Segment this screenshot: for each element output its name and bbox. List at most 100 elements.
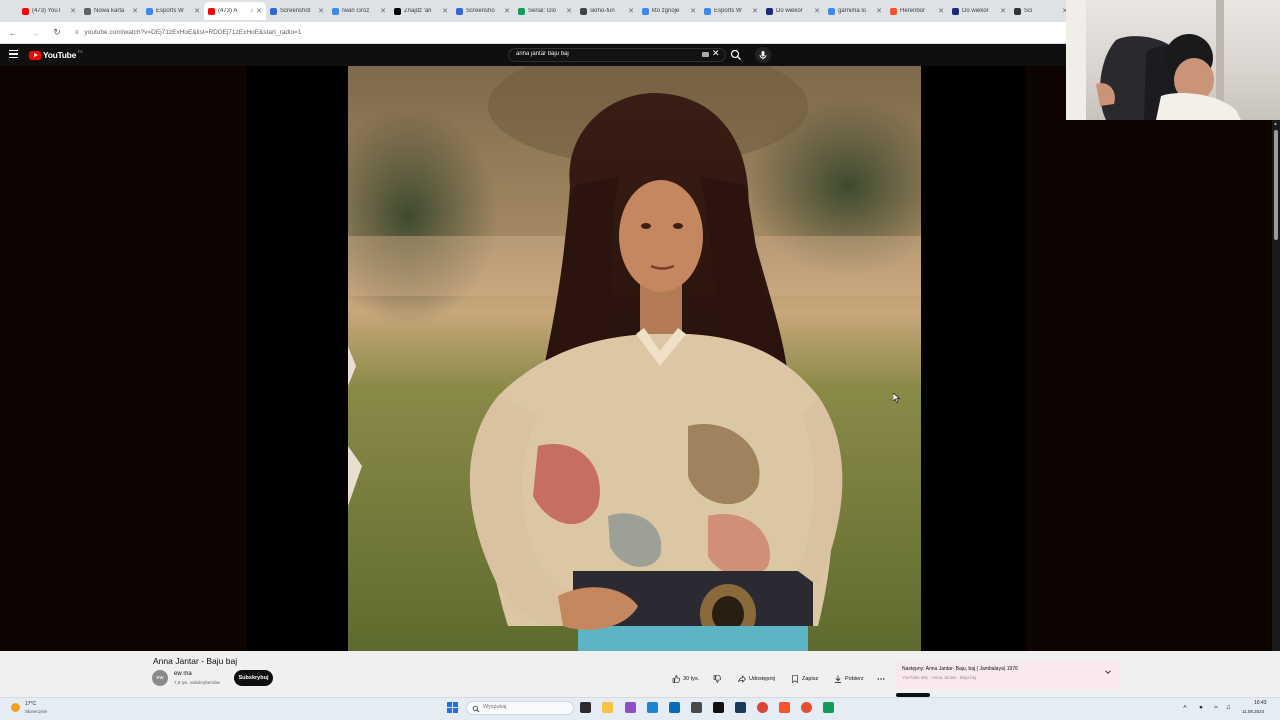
like-button[interactable]: 30 tys.: [672, 673, 699, 685]
download-button[interactable]: Pobierz: [834, 673, 864, 685]
tab-close-icon[interactable]: ✕: [504, 7, 510, 15]
browser-tab[interactable]: Sci✕: [1010, 2, 1072, 20]
tab-close-icon[interactable]: ✕: [938, 7, 944, 15]
site-info-icon[interactable]: ≡: [75, 30, 79, 36]
tab-close-icon[interactable]: ✕: [814, 7, 820, 15]
wifi-icon[interactable]: ≈: [1214, 704, 1218, 711]
weather-sun-icon[interactable]: [11, 703, 20, 712]
search-input[interactable]: [516, 51, 696, 57]
browser-tab[interactable]: Iwan Groz ✕: [328, 2, 390, 20]
subscribe-button[interactable]: Subskrybuj: [234, 670, 273, 686]
microphone-icon: [759, 51, 767, 60]
youtube-icon: [22, 7, 29, 15]
copilot-icon[interactable]: [625, 702, 636, 713]
browser-tab[interactable]: garnima lo ✕: [824, 2, 886, 20]
browser-tab[interactable]: Herenbor ✕: [886, 2, 948, 20]
up-next-title[interactable]: Następny: Anna Jantar- Baju, baj ( Jamba…: [902, 666, 1018, 672]
browser-tab[interactable]: (473) A ♪ ✕: [204, 2, 266, 20]
share-label: Udostępnij: [749, 676, 775, 682]
spotify-icon[interactable]: [823, 702, 834, 713]
video-player[interactable]: [0, 66, 1280, 651]
browser-tab[interactable]: Screenshot ✕: [266, 2, 328, 20]
share-button[interactable]: Udostępnij: [738, 673, 775, 685]
file-explorer-icon[interactable]: [602, 702, 613, 713]
keyboard-icon[interactable]: [702, 52, 709, 57]
browser-tab[interactable]: (473) YouT ✕: [18, 2, 80, 20]
tab-close-icon[interactable]: ✕: [70, 7, 76, 15]
tab-close-icon[interactable]: ✕: [876, 7, 882, 15]
channel-subscriber-count: 7,9 tys. subskrybentów: [174, 680, 220, 685]
mic-tray-icon[interactable]: ●: [1199, 704, 1203, 711]
task-view-icon[interactable]: [580, 702, 591, 713]
channel-avatar[interactable]: ew: [152, 670, 168, 686]
browser-tab-label: Herenbor: [900, 8, 926, 14]
save-button[interactable]: Zapisz: [791, 673, 818, 685]
reload-button[interactable]: ↻: [51, 27, 63, 38]
clock-time[interactable]: 10:43: [1254, 700, 1267, 706]
dislike-button[interactable]: [713, 673, 721, 685]
chrome-icon: [84, 7, 91, 15]
tab-close-icon[interactable]: ✕: [318, 7, 324, 15]
browser-tab[interactable]: Esports W ✕: [142, 2, 204, 20]
browser-tab[interactable]: Serial: Glo ✕: [514, 2, 576, 20]
tab-audio-icon[interactable]: ♪: [250, 8, 253, 14]
tab-close-icon[interactable]: ✕: [442, 7, 448, 15]
tab-close-icon[interactable]: ✕: [132, 7, 138, 15]
back-button[interactable]: ←: [7, 28, 19, 38]
scroll-up-arrow-icon[interactable]: ▲: [1273, 121, 1278, 127]
voice-search-button[interactable]: [755, 47, 771, 63]
tab-close-icon[interactable]: ✕: [628, 7, 634, 15]
site-icon: [766, 7, 773, 15]
store-icon[interactable]: [669, 702, 680, 713]
like-count: 30 tys.: [683, 676, 700, 682]
chrome-taskbar-icon[interactable]: [757, 702, 768, 713]
show-hidden-icons-icon[interactable]: ˄: [1183, 704, 1187, 711]
scrollbar-thumb[interactable]: [1274, 130, 1278, 240]
tab-close-icon[interactable]: ✕: [194, 7, 200, 15]
brave-icon: [890, 7, 897, 15]
browser-tab[interactable]: Znajdź 'an ✕: [390, 2, 452, 20]
tab-close-icon[interactable]: ✕: [752, 7, 758, 15]
channel-name[interactable]: ew ma: [174, 671, 192, 677]
tab-close-icon[interactable]: ✕: [690, 7, 696, 15]
tab-close-icon[interactable]: ✕: [566, 7, 572, 15]
epic-games-icon[interactable]: [713, 702, 724, 713]
steam-icon[interactable]: [735, 702, 746, 713]
weather-description[interactable]: Słonecznie: [25, 709, 47, 714]
clock-date[interactable]: 11.08.2024: [1242, 709, 1264, 714]
page-scrollbar[interactable]: [1272, 120, 1280, 700]
screenshot-icon: [270, 7, 277, 15]
tab-close-icon[interactable]: ✕: [380, 7, 386, 15]
browser-tab[interactable]: kto zgnoje ✕: [638, 2, 700, 20]
brave-taskbar-icon[interactable]: [779, 702, 790, 713]
url-field[interactable]: ≡ youtube.com/watch?v=DEj71zExHoE&list=RD…: [75, 29, 301, 36]
browser-tab[interactable]: Do wiekor ✕: [948, 2, 1010, 20]
forward-button[interactable]: →: [29, 28, 41, 38]
browser-tab[interactable]: Do wiekor ✕: [762, 2, 824, 20]
browser-tab[interactable]: Screensho ✕: [452, 2, 514, 20]
youtube-logo[interactable]: YouTube PL: [29, 49, 83, 60]
more-horizontal-icon: [877, 678, 885, 680]
clear-search-icon[interactable]: ✕: [712, 48, 720, 59]
edge-icon[interactable]: [647, 702, 658, 713]
chevron-down-icon[interactable]: [1104, 668, 1112, 676]
google-icon: [332, 7, 339, 15]
volume-icon[interactable]: ♫: [1226, 704, 1231, 711]
taskbar-search-placeholder[interactable]: Wyszukaj: [483, 704, 506, 710]
browser-tab[interactable]: skmo-fun ✕: [576, 2, 638, 20]
youtube-play-icon: [29, 50, 41, 60]
menu-icon[interactable]: [9, 50, 18, 59]
video-frame[interactable]: [247, 66, 1026, 651]
browser-tab-label: skmo-fun: [590, 8, 615, 14]
search-button[interactable]: [728, 47, 744, 63]
doc-icon: [146, 7, 153, 15]
tab-close-icon[interactable]: ✕: [1000, 7, 1006, 15]
browser-tab[interactable]: Esports W ✕: [700, 2, 762, 20]
start-button[interactable]: [447, 702, 458, 713]
app-icon[interactable]: [691, 702, 702, 713]
browser-tab[interactable]: Nowa karta ✕: [80, 2, 142, 20]
opera-gx-icon[interactable]: [801, 702, 812, 713]
weather-temperature[interactable]: 17°C: [25, 701, 36, 707]
tab-close-icon[interactable]: ✕: [256, 7, 262, 15]
more-actions-button[interactable]: [877, 673, 885, 685]
